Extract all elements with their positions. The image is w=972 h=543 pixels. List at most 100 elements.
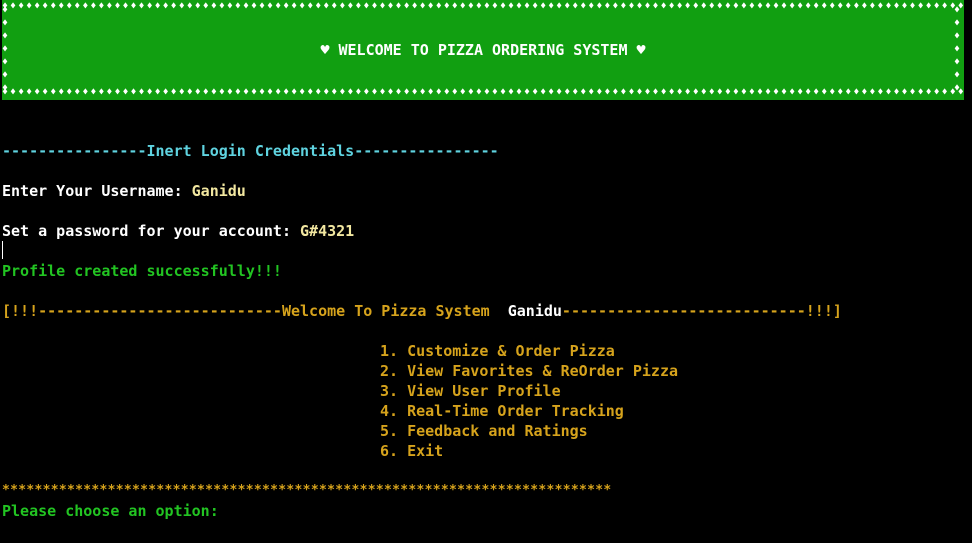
diamond-icon: ♦ — [50, 88, 57, 98]
username-value: Ganidu — [191, 182, 246, 200]
diamond-icon: ♦ — [106, 2, 113, 12]
welcome-line-right: ---------------------------!!!] — [561, 302, 842, 320]
diamond-icon: ♦ — [202, 2, 209, 12]
diamond-icon: ♦ — [226, 2, 233, 12]
diamond-icon: ♦ — [789, 2, 796, 12]
diamond-icon: ♦ — [379, 2, 386, 12]
diamond-icon: ♦ — [355, 88, 362, 98]
diamond-icon: ♦ — [210, 88, 217, 98]
diamond-icon: ♦ — [347, 2, 354, 12]
diamond-icon: ♦ — [427, 88, 434, 98]
welcome-username: Ganidu — [507, 302, 562, 320]
diamond-icon: ♦ — [299, 2, 306, 12]
diamond-icon: ♦ — [50, 2, 57, 12]
diamond-icon: ♦ — [853, 88, 860, 98]
diamond-icon: ♦ — [684, 88, 691, 98]
diamond-icon: ♦ — [339, 88, 346, 98]
diamond-icon: ♦ — [805, 88, 812, 98]
username-line: Enter Your Username: Ganidu — [2, 181, 246, 201]
diamond-icon: ♦ — [307, 88, 314, 98]
diamond-icon: ♦ — [692, 88, 699, 98]
diamond-icon: ♦ — [331, 88, 338, 98]
diamond-icon: ♦ — [588, 88, 595, 98]
diamond-icon: ♦ — [90, 88, 97, 98]
diamond-icon: ♦ — [483, 88, 490, 98]
diamond-icon: ♦ — [66, 2, 73, 12]
diamond-icon: ♦ — [684, 2, 691, 12]
diamond-icon: ♦ — [186, 2, 193, 12]
diamond-icon: ♦ — [845, 2, 852, 12]
diamond-icon: ♦ — [202, 88, 209, 98]
diamond-icon: ♦ — [403, 2, 410, 12]
diamond-icon: ♦ — [395, 2, 402, 12]
diamond-icon: ♦ — [909, 2, 916, 12]
diamond-icon: ♦ — [34, 2, 41, 12]
diamond-icon: ♦ — [660, 2, 667, 12]
diamond-icon: ♦ — [467, 88, 474, 98]
diamond-icon: ♦ — [700, 2, 707, 12]
diamond-icon: ♦ — [98, 88, 105, 98]
password-value: G#4321 — [300, 222, 355, 240]
diamond-icon: ♦ — [532, 2, 539, 12]
diamond-icon: ♦ — [18, 88, 25, 98]
diamond-icon: ♦ — [773, 88, 780, 98]
diamond-icon: ♦ — [291, 2, 298, 12]
diamond-icon: ♦ — [532, 88, 539, 98]
diamond-icon: ♦ — [491, 88, 498, 98]
diamond-icon: ♦ — [42, 2, 49, 12]
diamond-icon: ♦ — [106, 88, 113, 98]
diamond-icon: ♦ — [548, 2, 555, 12]
diamond-icon: ♦ — [90, 2, 97, 12]
diamond-icon: ♦ — [467, 2, 474, 12]
diamond-icon: ♦ — [893, 88, 900, 98]
diamond-icon: ♦ — [652, 88, 659, 98]
diamond-icon: ♦ — [829, 88, 836, 98]
diamond-icon: ♦ — [178, 88, 185, 98]
diamond-icon: ♦ — [42, 88, 49, 98]
diamond-icon: ♦ — [307, 2, 314, 12]
diamond-icon: ♦ — [540, 88, 547, 98]
diamond-icon: ♦ — [459, 88, 466, 98]
diamond-icon: ♦ — [917, 2, 924, 12]
diamond-icon: ♦ — [861, 2, 868, 12]
diamond-icon: ♦ — [18, 2, 25, 12]
diamond-icon: ♦ — [580, 2, 587, 12]
welcome-line-left: [!!!---------------------------Welcome T… — [2, 302, 508, 320]
diamond-icon: ♦ — [732, 2, 739, 12]
diamond-icon: ♦ — [901, 2, 908, 12]
diamond-icon: ♦ — [250, 2, 257, 12]
diamond-icon: ♦ — [837, 2, 844, 12]
diamond-icon: ♦ — [387, 88, 394, 98]
menu-item-feedback: 5. Feedback and Ratings — [380, 422, 588, 440]
choose-option-prompt[interactable]: Please choose an option: — [2, 501, 219, 521]
diamond-icon: ♦ — [122, 88, 129, 98]
text-cursor — [2, 241, 3, 259]
diamond-icon: ♦ — [708, 2, 715, 12]
diamond-icon: ♦ — [451, 2, 458, 12]
diamond-icon: ♦ — [748, 88, 755, 98]
diamond-icon: ♦ — [371, 2, 378, 12]
diamond-icon: ♦ — [154, 2, 161, 12]
diamond-icon: ♦ — [644, 88, 651, 98]
banner-bottom-border: ♦ ♦ ♦ ♦ ♦ ♦ ♦ ♦ ♦ ♦ ♦ ♦ ♦ ♦ ♦ ♦ ♦ ♦ ♦ ♦ ♦ ♦ ♦ ♦ ♦ ♦ ♦ ♦ ♦ ♦ ♦ ♦ ♦ ♦ ♦ ♦ ♦ ♦ ♦ ♦… — [2, 88, 964, 98]
diamond-icon: ♦ — [26, 2, 33, 12]
diamond-icon: ♦ — [861, 88, 868, 98]
diamond-icon: ♦ — [954, 18, 961, 29]
diamond-icon: ♦ — [299, 88, 306, 98]
diamond-icon: ♦ — [748, 2, 755, 12]
diamond-icon: ♦ — [954, 5, 961, 16]
diamond-icon: ♦ — [885, 88, 892, 98]
diamond-icon: ♦ — [275, 2, 282, 12]
diamond-icon: ♦ — [2, 5, 9, 16]
diamond-icon: ♦ — [339, 2, 346, 12]
menu-item-customize-order: 1. Customize & Order Pizza — [380, 342, 615, 360]
login-header-right-dashes: ---------------- — [354, 142, 499, 160]
diamond-icon: ♦ — [315, 2, 322, 12]
diamond-icon: ♦ — [170, 88, 177, 98]
diamond-icon: ♦ — [146, 2, 153, 12]
diamond-icon: ♦ — [283, 2, 290, 12]
diamond-icon: ♦ — [516, 2, 523, 12]
diamond-icon: ♦ — [267, 88, 274, 98]
diamond-icon: ♦ — [259, 88, 266, 98]
diamond-icon: ♦ — [548, 88, 555, 98]
